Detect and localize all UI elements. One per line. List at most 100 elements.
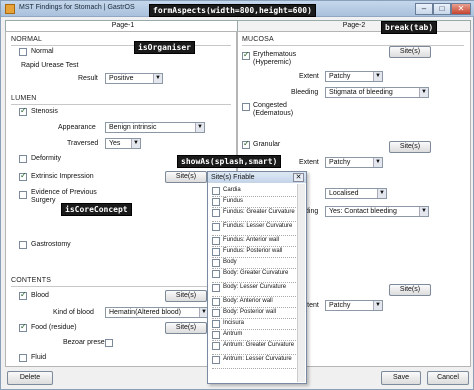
chevron-down-icon: ▼: [373, 301, 382, 310]
site-label: Fundus: [223, 198, 244, 204]
popup-close-button[interactable]: ✕: [293, 173, 304, 182]
site-checkbox[interactable]: [212, 223, 220, 231]
erythematous-label: Erythematous (Hyperemic): [253, 51, 297, 66]
site-checkbox[interactable]: [212, 284, 220, 292]
normal-checkbox[interactable]: [19, 48, 27, 56]
localised-select[interactable]: Localised ▼: [325, 188, 387, 199]
chevron-down-icon: ▼: [195, 123, 204, 132]
blood-checkbox[interactable]: [19, 290, 27, 300]
bleeding2-select[interactable]: Yes: Contact bleeding ▼: [325, 206, 429, 217]
previous-surgery-checkbox[interactable]: [19, 191, 27, 199]
site-checkbox[interactable]: [212, 342, 220, 350]
divider: [242, 45, 464, 46]
site-label: Body: Posterior wall: [223, 309, 277, 315]
site-checkbox[interactable]: [212, 209, 220, 217]
section-normal-heading: NORMAL: [11, 36, 43, 43]
save-button[interactable]: Save: [381, 371, 421, 385]
chevron-down-icon: ▼: [377, 189, 386, 198]
annotation-is-core-concept: isCoreConcept: [61, 203, 132, 216]
cancel-button[interactable]: Cancel: [427, 371, 469, 385]
appearance-select[interactable]: Benign intrinsic ▼: [105, 122, 205, 133]
fluid-checkbox[interactable]: [19, 354, 27, 362]
close-button[interactable]: ✕: [451, 3, 471, 15]
result-value: Positive: [109, 75, 134, 82]
gastrostomy-checkbox[interactable]: [19, 241, 27, 249]
site-label: Fundus: Posterior wall: [223, 248, 283, 254]
site-checkbox[interactable]: [212, 298, 220, 306]
divider: [212, 368, 298, 369]
granular-checkbox[interactable]: [242, 139, 250, 149]
site-checkbox[interactable]: [212, 320, 220, 328]
site-checkbox[interactable]: [212, 198, 220, 206]
bezoar-checkbox[interactable]: [105, 339, 113, 347]
popup-site-item[interactable]: Body: Lesser Curvature: [212, 283, 302, 294]
annotation-form-aspects: formAspects(width=800,height=600): [149, 4, 316, 17]
window-title: MST Findings for Stomach | GastrOS: [19, 4, 135, 11]
section-mucosa-heading: MUCOSA: [242, 36, 274, 43]
popup-site-item[interactable]: Antrum: Greater Curvature: [212, 341, 302, 352]
appearance-value: Benign intrinsic: [109, 124, 157, 131]
divider: [11, 45, 231, 46]
site-checkbox[interactable]: [212, 356, 220, 364]
site-label: Antrum: [223, 331, 243, 337]
stenosis-checkbox[interactable]: [19, 106, 27, 116]
normal-label: Normal: [31, 48, 54, 55]
granular-sites-button[interactable]: Site(s): [389, 141, 431, 153]
food-residue-checkbox[interactable]: [19, 322, 27, 332]
popup-scrollbar[interactable]: [297, 184, 305, 382]
minimize-button[interactable]: –: [415, 3, 433, 15]
extent-select[interactable]: Patchy ▼: [325, 71, 383, 82]
site-label: Body: Lesser Curvature: [223, 284, 287, 290]
annotation-break: break(tab): [381, 21, 438, 34]
erythematous-sites-button[interactable]: Site(s): [389, 46, 431, 58]
bleeding2-value: Yes: Contact bleeding: [329, 208, 397, 215]
blood-label: Blood: [31, 292, 49, 299]
maximize-button[interactable]: □: [433, 3, 451, 15]
granular-label: Granular: [253, 141, 281, 148]
section-lumen-heading: LUMEN: [11, 95, 37, 102]
deformity-checkbox[interactable]: [19, 155, 27, 163]
kind-of-blood-select[interactable]: Hematin(Altered blood) ▼: [105, 307, 209, 318]
extrinsic-checkbox[interactable]: [19, 171, 27, 181]
mucosa-sites-button[interactable]: Site(s): [389, 284, 431, 296]
food-sites-button[interactable]: Site(s): [165, 322, 207, 334]
divider: [11, 286, 231, 287]
site-checkbox[interactable]: [212, 237, 220, 245]
popup-site-item[interactable]: Fundus: Lesser Curvature: [212, 222, 302, 233]
extent2-label: Extent: [299, 159, 319, 166]
stenosis-label: Stenosis: [31, 108, 58, 115]
site-checkbox[interactable]: [212, 270, 220, 278]
site-checkbox[interactable]: [212, 248, 220, 256]
findings-window: MST Findings for Stomach | GastrOS – □ ✕…: [0, 0, 474, 390]
popup-site-item[interactable]: Antrum: Lesser Curvature: [212, 355, 302, 366]
sites-popup: Site(s) Friable ✕ Cardia Fundus Fundus: Gr…: [207, 171, 307, 384]
site-label: Antrum: Greater Curvature: [223, 342, 295, 348]
section-contents-heading: CONTENTS: [11, 277, 52, 284]
site-checkbox[interactable]: [212, 331, 220, 339]
extent2-select[interactable]: Patchy ▼: [325, 157, 383, 168]
traversed-select[interactable]: Yes ▼: [105, 138, 141, 149]
delete-button[interactable]: Delete: [7, 371, 53, 385]
site-checkbox[interactable]: [212, 187, 220, 195]
extrinsic-sites-button[interactable]: Site(s): [165, 171, 207, 183]
tab-page-1[interactable]: Page-1: [5, 20, 241, 31]
extent3-select[interactable]: Patchy ▼: [325, 300, 383, 311]
result-label: Result: [78, 75, 98, 82]
site-label: Incisura: [223, 320, 245, 326]
popup-site-item[interactable]: Fundus: Greater Curvature: [212, 208, 302, 219]
popup-title: Site(s) Friable: [208, 172, 306, 183]
traversed-value: Yes: [109, 140, 121, 147]
chevron-down-icon: ▼: [373, 72, 382, 81]
chevron-down-icon: ▼: [419, 88, 428, 97]
erythematous-checkbox[interactable]: [242, 50, 250, 60]
result-select[interactable]: Positive ▼: [105, 73, 163, 84]
congested-checkbox[interactable]: [242, 103, 250, 111]
kind-of-blood-label: Kind of blood: [53, 309, 94, 316]
blood-sites-button[interactable]: Site(s): [165, 290, 207, 302]
site-label: Fundus: Anterior wall: [223, 237, 280, 243]
site-checkbox[interactable]: [212, 259, 220, 267]
site-checkbox[interactable]: [212, 309, 220, 317]
bleeding-select[interactable]: Stigmata of bleeding ▼: [325, 87, 429, 98]
popup-site-item[interactable]: Body: Greater Curvature: [212, 269, 302, 280]
bleeding-value: Stigmata of bleeding: [329, 89, 393, 96]
